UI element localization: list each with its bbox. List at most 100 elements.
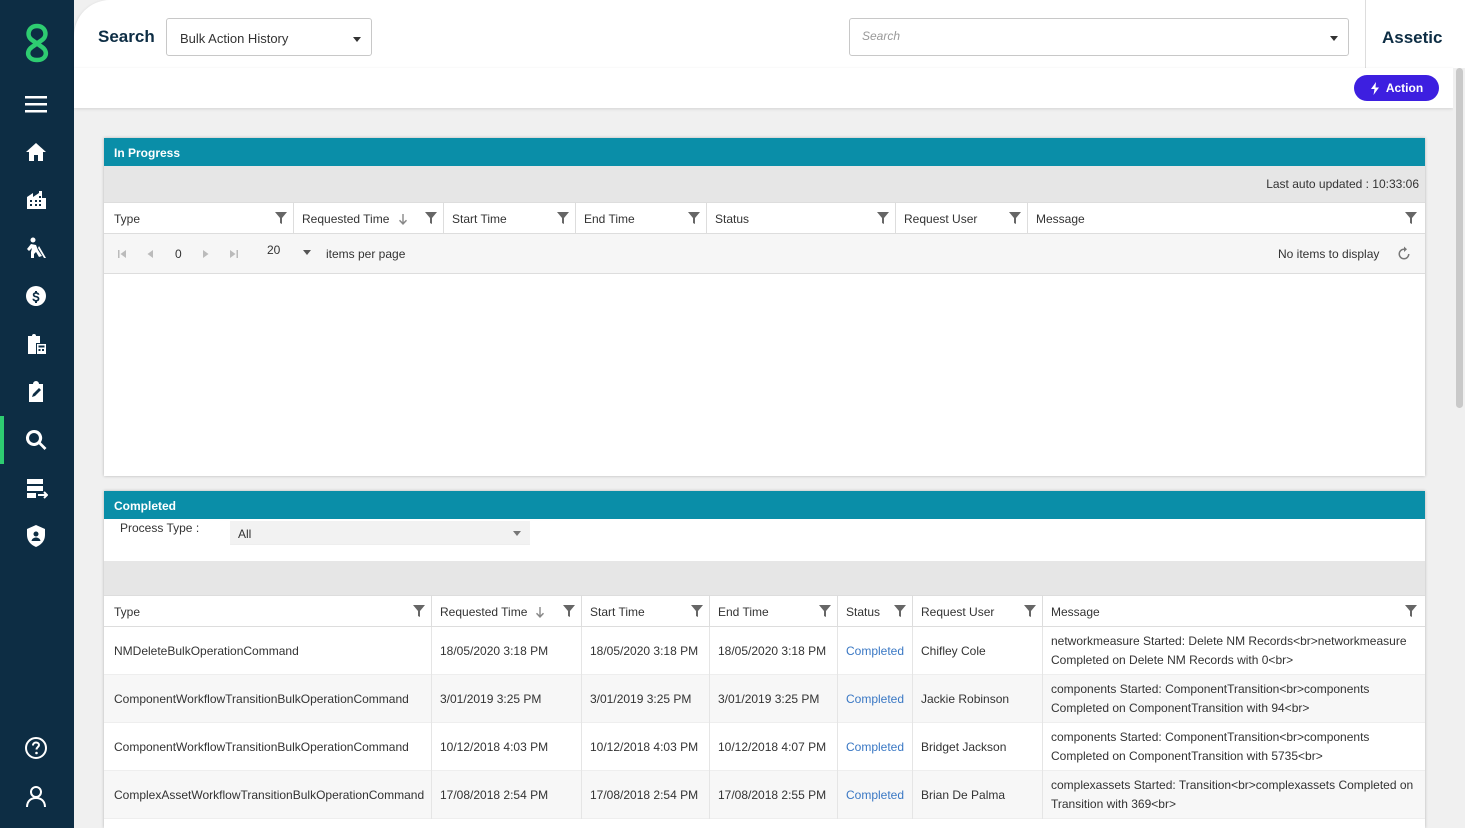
column-header-request-user[interactable]: Request User bbox=[913, 596, 1043, 627]
cell-type: ComponentWorkflowTransitionBulkOperation… bbox=[106, 675, 432, 723]
process-type-select[interactable]: All bbox=[230, 521, 530, 545]
filter-icon[interactable] bbox=[1405, 605, 1417, 617]
column-header-end-time[interactable]: End Time bbox=[576, 203, 707, 234]
search-input[interactable] bbox=[862, 29, 1302, 43]
column-header-requested-time[interactable]: Requested Time bbox=[294, 203, 444, 234]
column-header-request-user[interactable]: Request User bbox=[896, 203, 1028, 234]
filter-icon[interactable] bbox=[894, 605, 906, 617]
shield-user-icon[interactable] bbox=[22, 522, 50, 550]
last-updated-text: Last auto updated : 10:33:06 bbox=[1266, 177, 1419, 191]
cell-end-time: 3/01/2019 3:25 PM bbox=[710, 675, 838, 723]
page-size-select[interactable]: 20 bbox=[267, 243, 280, 257]
column-header-status[interactable]: Status bbox=[838, 596, 913, 627]
filter-icon[interactable] bbox=[425, 212, 437, 224]
cell-end-time: 17/08/2018 2:55 PM bbox=[710, 771, 838, 819]
filter-icon[interactable] bbox=[1009, 212, 1021, 224]
in-progress-panel: In Progress Last auto updated : 10:33:06… bbox=[104, 138, 1425, 476]
table-row[interactable]: ComponentWorkflowTransitionBulkOperation… bbox=[104, 723, 1425, 771]
chevron-down-icon[interactable] bbox=[1330, 36, 1338, 41]
cell-message: components Started: ComponentTransition<… bbox=[1051, 730, 1370, 763]
search-icon[interactable] bbox=[22, 426, 50, 454]
in-progress-pager: 0 20 items per page No items to display bbox=[104, 234, 1425, 274]
cell-end-time: 18/05/2020 3:18 PM bbox=[710, 627, 838, 675]
worker-icon[interactable] bbox=[22, 234, 50, 262]
cell-start-time: 10/12/2018 4:03 PM bbox=[582, 723, 710, 771]
first-page-icon[interactable] bbox=[118, 250, 126, 258]
cell-end-time: 10/12/2018 4:07 PM bbox=[710, 723, 838, 771]
filter-icon[interactable] bbox=[1024, 605, 1036, 617]
search-field[interactable] bbox=[849, 18, 1349, 56]
finance-icon[interactable] bbox=[22, 282, 50, 310]
cell-requested-time: 3/01/2019 3:25 PM bbox=[432, 675, 582, 723]
cell-start-time: 18/05/2020 3:18 PM bbox=[582, 627, 710, 675]
status-link[interactable]: Completed bbox=[838, 723, 913, 771]
process-type-row: Process Type : All bbox=[104, 519, 1425, 561]
table-row[interactable]: ComponentWorkflowTransitionBulkOperation… bbox=[104, 675, 1425, 723]
page-scrollbar[interactable] bbox=[1453, 68, 1465, 828]
view-select-value: Bulk Action History bbox=[180, 31, 289, 46]
previous-page-icon[interactable] bbox=[146, 250, 154, 258]
status-link[interactable]: Completed bbox=[838, 627, 913, 675]
empty-message: No items to display bbox=[1278, 247, 1380, 261]
action-bar: Action bbox=[74, 68, 1453, 108]
menu-icon[interactable] bbox=[22, 90, 50, 118]
database-transfer-icon[interactable] bbox=[22, 474, 50, 502]
chevron-down-icon[interactable] bbox=[303, 250, 311, 255]
user-icon[interactable] bbox=[22, 782, 50, 810]
column-header-message[interactable]: Message bbox=[1028, 203, 1423, 234]
column-header-requested-time[interactable]: Requested Time bbox=[432, 596, 582, 627]
view-select[interactable]: Bulk Action History bbox=[166, 18, 372, 56]
filter-icon[interactable] bbox=[557, 212, 569, 224]
edit-clipboard-icon[interactable] bbox=[22, 378, 50, 406]
chevron-down-icon bbox=[513, 531, 521, 536]
status-link[interactable]: Completed bbox=[838, 675, 913, 723]
home-icon[interactable] bbox=[22, 138, 50, 166]
process-type-value: All bbox=[238, 527, 252, 541]
completed-column-headers: Type Requested Time Start Time End Time … bbox=[104, 595, 1425, 627]
filter-icon[interactable] bbox=[688, 212, 700, 224]
filter-icon[interactable] bbox=[1405, 212, 1417, 224]
cell-request-user: Chifley Cole bbox=[913, 627, 1043, 675]
filter-icon[interactable] bbox=[691, 605, 703, 617]
header-divider bbox=[1365, 0, 1366, 68]
column-header-type[interactable]: Type bbox=[106, 203, 294, 234]
app-logo[interactable] bbox=[18, 20, 56, 64]
help-icon[interactable] bbox=[22, 734, 50, 762]
filter-icon[interactable] bbox=[275, 212, 287, 224]
completed-panel: Completed Process Type : All Type Reques… bbox=[104, 491, 1425, 828]
status-link[interactable]: Completed bbox=[838, 771, 913, 819]
filter-icon[interactable] bbox=[877, 212, 889, 224]
clipboard-calculator-icon[interactable] bbox=[22, 330, 50, 358]
table-row[interactable]: ComplexAssetWorkflowTransitionBulkOperat… bbox=[104, 771, 1425, 819]
in-progress-title: In Progress bbox=[104, 138, 1425, 166]
last-page-icon[interactable] bbox=[230, 250, 238, 258]
sort-down-icon[interactable] bbox=[536, 607, 544, 618]
table-row[interactable]: NMDeleteBulkOperationCommand 18/05/2020 … bbox=[104, 627, 1425, 675]
process-type-label: Process Type : bbox=[120, 521, 200, 535]
buildings-icon[interactable] bbox=[22, 186, 50, 214]
current-page[interactable]: 0 bbox=[175, 247, 182, 261]
column-header-message[interactable]: Message bbox=[1043, 596, 1423, 627]
action-button[interactable]: Action bbox=[1354, 75, 1439, 101]
refresh-icon[interactable] bbox=[1396, 246, 1412, 262]
cell-start-time: 3/01/2019 3:25 PM bbox=[582, 675, 710, 723]
column-header-end-time[interactable]: End Time bbox=[710, 596, 838, 627]
column-header-start-time[interactable]: Start Time bbox=[444, 203, 576, 234]
filter-icon[interactable] bbox=[819, 605, 831, 617]
column-header-status[interactable]: Status bbox=[707, 203, 896, 234]
cell-message: components Started: ComponentTransition<… bbox=[1051, 682, 1370, 715]
page-title: Search bbox=[98, 27, 155, 46]
cell-request-user: Jackie Robinson bbox=[913, 675, 1043, 723]
cell-request-user: Brian De Palma bbox=[913, 771, 1043, 819]
next-page-icon[interactable] bbox=[202, 250, 210, 258]
column-header-start-time[interactable]: Start Time bbox=[582, 596, 710, 627]
filter-icon[interactable] bbox=[563, 605, 575, 617]
filter-icon[interactable] bbox=[413, 605, 425, 617]
completed-toolbar bbox=[104, 561, 1425, 595]
column-header-type[interactable]: Type bbox=[106, 596, 432, 627]
scrollbar-thumb[interactable] bbox=[1456, 68, 1463, 408]
cell-requested-time: 18/05/2020 3:18 PM bbox=[432, 627, 582, 675]
active-indicator bbox=[0, 416, 4, 464]
cell-message: complexassets Started: Transition<br>com… bbox=[1051, 778, 1414, 811]
sort-down-icon[interactable] bbox=[399, 214, 407, 225]
